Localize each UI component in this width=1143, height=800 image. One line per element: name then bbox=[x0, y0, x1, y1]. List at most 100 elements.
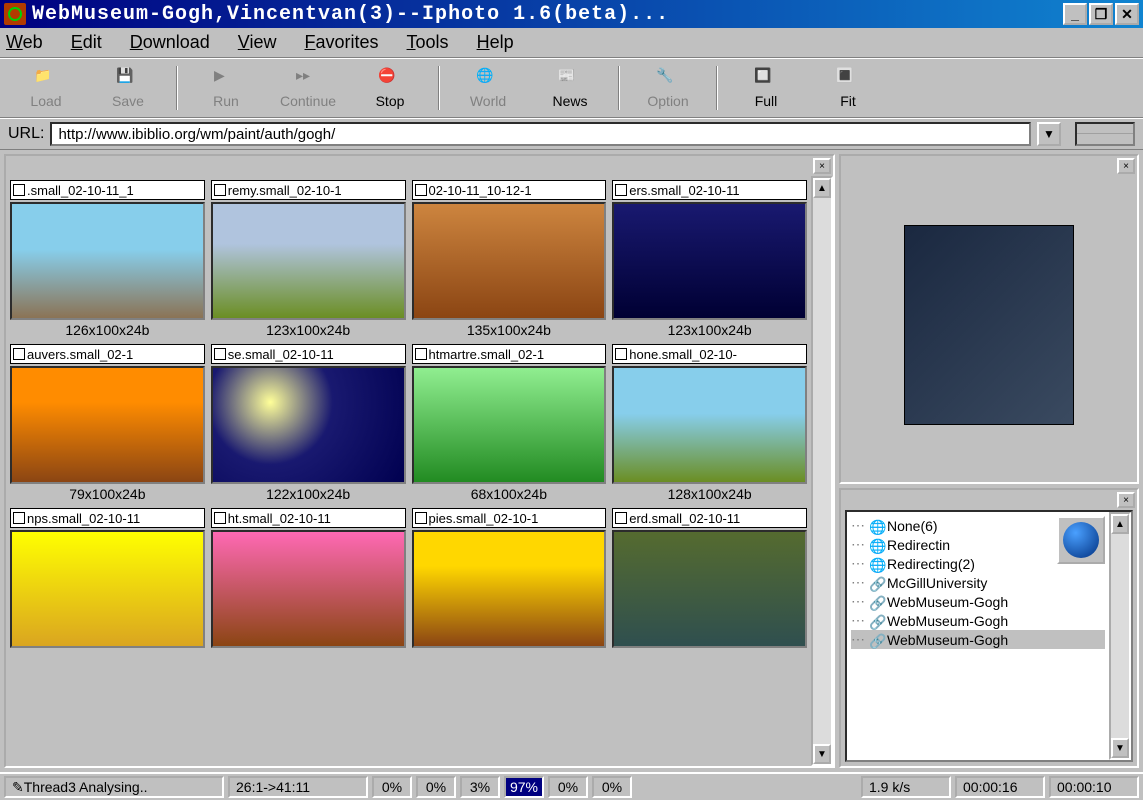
minimize-button[interactable]: _ bbox=[1063, 3, 1087, 25]
thumbnail[interactable]: nps.small_02-10-11 bbox=[10, 508, 205, 650]
thumbnail-image[interactable] bbox=[612, 366, 807, 484]
status-percent: 97% bbox=[504, 776, 544, 798]
url-input[interactable] bbox=[50, 122, 1031, 146]
scroll-track[interactable] bbox=[1111, 534, 1129, 738]
scroll-down-button[interactable]: ▼ bbox=[813, 744, 831, 764]
stop-button[interactable]: ⛔Stop bbox=[352, 62, 428, 114]
play-icon: ▶ bbox=[214, 67, 238, 91]
thumbnail[interactable]: pies.small_02-10-1 bbox=[412, 508, 607, 650]
menu-view[interactable]: View bbox=[238, 32, 277, 53]
thumbnail[interactable]: 02-10-11_10-12-1 135x100x24b bbox=[412, 180, 607, 338]
menu-download[interactable]: Download bbox=[130, 32, 210, 53]
thumbnail-checkbox[interactable] bbox=[214, 348, 226, 360]
thumbnail-image[interactable] bbox=[211, 530, 406, 648]
thumbnail-checkbox[interactable] bbox=[214, 184, 226, 196]
thumbnail-checkbox[interactable] bbox=[13, 512, 25, 524]
thumbnail-image[interactable] bbox=[10, 202, 205, 320]
thumbnail[interactable]: erd.small_02-10-11 bbox=[612, 508, 807, 650]
tree-pane: × ⋯🌐None(6)⋯🌐Redirectin⋯🌐Redirecting(2)⋯… bbox=[839, 488, 1139, 768]
thumbnail-filename: se.small_02-10-11 bbox=[228, 347, 334, 362]
thumbnail[interactable]: htmartre.small_02-1 68x100x24b bbox=[412, 344, 607, 502]
thumbnail-filename: pies.small_02-10-1 bbox=[429, 511, 539, 526]
pane-close-button[interactable]: × bbox=[813, 158, 831, 174]
thumbnail-image[interactable] bbox=[10, 366, 205, 484]
scroll-down-button[interactable]: ▼ bbox=[1111, 738, 1129, 758]
fit-button[interactable]: 🔳Fit bbox=[810, 62, 886, 114]
thumbnail-image[interactable] bbox=[612, 202, 807, 320]
news-button[interactable]: 📰News bbox=[532, 62, 608, 114]
thumbnail[interactable]: ht.small_02-10-11 bbox=[211, 508, 406, 650]
thumbnail-checkbox[interactable] bbox=[415, 184, 427, 196]
continue-button[interactable]: ▸▸Continue bbox=[270, 62, 346, 114]
thumbnails-scrollbar[interactable]: ▲ ▼ bbox=[811, 176, 833, 766]
menu-favorites[interactable]: Favorites bbox=[305, 32, 379, 53]
pane-close-button[interactable]: × bbox=[1117, 158, 1135, 174]
full-button[interactable]: 🔲Full bbox=[728, 62, 804, 114]
thumbnail-image[interactable] bbox=[612, 530, 807, 648]
thumbnail-checkbox[interactable] bbox=[415, 512, 427, 524]
tree-item[interactable]: ⋯🔗WebMuseum-Gogh bbox=[851, 592, 1105, 611]
thumbnail-filename: auvers.small_02-1 bbox=[27, 347, 133, 362]
window-title: WebMuseum-Gogh,Vincentvan(3)--Iphoto 1.6… bbox=[32, 3, 1063, 26]
separator bbox=[618, 66, 620, 110]
load-button[interactable]: 📁Load bbox=[8, 62, 84, 114]
thumbnail-checkbox[interactable] bbox=[214, 512, 226, 524]
scroll-up-button[interactable]: ▲ bbox=[813, 178, 831, 198]
thumbnail[interactable]: auvers.small_02-1 79x100x24b bbox=[10, 344, 205, 502]
thumbnail-dimensions: 68x100x24b bbox=[412, 486, 607, 502]
maximize-button[interactable]: ❐ bbox=[1089, 3, 1113, 25]
thumbnail[interactable]: hone.small_02-10- 128x100x24b bbox=[612, 344, 807, 502]
thumbnail[interactable]: se.small_02-10-11 122x100x24b bbox=[211, 344, 406, 502]
thumbnail-image[interactable] bbox=[412, 366, 607, 484]
scroll-track[interactable] bbox=[813, 198, 831, 744]
stop-icon: ⛔ bbox=[378, 67, 402, 91]
thumbnail-image[interactable] bbox=[211, 366, 406, 484]
save-icon: 💾 bbox=[116, 67, 140, 91]
thumbnail[interactable]: .small_02-10-11_1 126x100x24b bbox=[10, 180, 205, 338]
menu-web[interactable]: Web bbox=[6, 32, 43, 53]
thumbnail-checkbox[interactable] bbox=[615, 184, 627, 196]
thumbnail-dimensions: 128x100x24b bbox=[612, 486, 807, 502]
thumbnail-header: auvers.small_02-1 bbox=[10, 344, 205, 364]
tree-item-label: McGillUniversity bbox=[887, 575, 987, 591]
option-button[interactable]: 🔧Option bbox=[630, 62, 706, 114]
thumbnail-image[interactable] bbox=[211, 202, 406, 320]
url-dropdown-button[interactable]: ▼ bbox=[1037, 122, 1061, 146]
thumbnail[interactable]: remy.small_02-10-1 123x100x24b bbox=[211, 180, 406, 338]
thumbnail[interactable]: ers.small_02-10-11 123x100x24b bbox=[612, 180, 807, 338]
option-icon: 🔧 bbox=[656, 67, 680, 91]
world-button[interactable]: 🌐World bbox=[450, 62, 526, 114]
menubar: Web Edit Download View Favorites Tools H… bbox=[0, 28, 1143, 58]
pane-close-button[interactable]: × bbox=[1117, 492, 1135, 508]
separator bbox=[176, 66, 178, 110]
thumbnail-header: hone.small_02-10- bbox=[612, 344, 807, 364]
menu-help[interactable]: Help bbox=[477, 32, 514, 53]
thumbnail-checkbox[interactable] bbox=[13, 348, 25, 360]
tree-item[interactable]: ⋯🔗WebMuseum-Gogh bbox=[851, 611, 1105, 630]
tree-item-label: WebMuseum-Gogh bbox=[887, 613, 1008, 629]
menu-tools[interactable]: Tools bbox=[407, 32, 449, 53]
close-button[interactable]: ✕ bbox=[1115, 3, 1139, 25]
tree-item[interactable]: ⋯🔗McGillUniversity bbox=[851, 573, 1105, 592]
load-icon: 📁 bbox=[34, 67, 58, 91]
tree-item[interactable]: ⋯🔗WebMuseum-Gogh bbox=[851, 630, 1105, 649]
scroll-up-button[interactable]: ▲ bbox=[1111, 514, 1129, 534]
tree-item-label: WebMuseum-Gogh bbox=[887, 632, 1008, 648]
thumbnail-header: remy.small_02-10-1 bbox=[211, 180, 406, 200]
thumbnail-checkbox[interactable] bbox=[615, 512, 627, 524]
tree-item-label: None(6) bbox=[887, 518, 938, 534]
run-button[interactable]: ▶Run bbox=[188, 62, 264, 114]
tree-item-label: Redirectin bbox=[887, 537, 950, 553]
thumbnail-checkbox[interactable] bbox=[13, 184, 25, 196]
url-bar: URL: ▼ bbox=[0, 118, 1143, 150]
thumbnail-dimensions: 79x100x24b bbox=[10, 486, 205, 502]
tree-scrollbar[interactable]: ▲ ▼ bbox=[1109, 512, 1131, 760]
menu-edit[interactable]: Edit bbox=[71, 32, 102, 53]
thumbnail-image[interactable] bbox=[10, 530, 205, 648]
thumbnail-image[interactable] bbox=[412, 202, 607, 320]
thumbnail-header: htmartre.small_02-1 bbox=[412, 344, 607, 364]
thumbnail-checkbox[interactable] bbox=[615, 348, 627, 360]
thumbnail-checkbox[interactable] bbox=[415, 348, 427, 360]
thumbnail-image[interactable] bbox=[412, 530, 607, 648]
save-button[interactable]: 💾Save bbox=[90, 62, 166, 114]
